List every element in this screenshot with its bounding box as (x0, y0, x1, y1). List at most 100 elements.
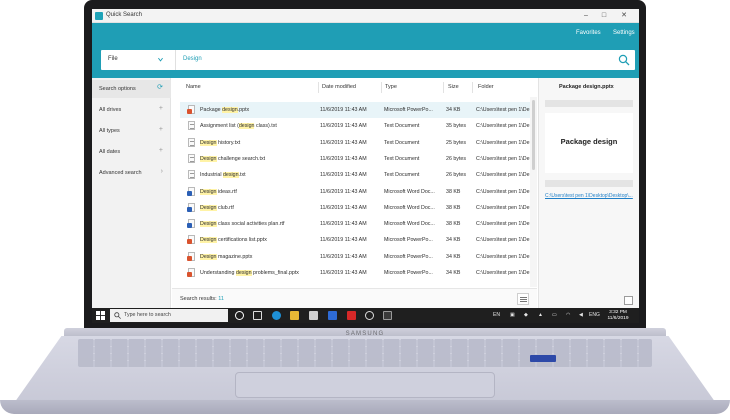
quick-search-taskbar-icon[interactable] (383, 311, 392, 320)
file-size: 34 KB (446, 253, 461, 260)
cortana-icon[interactable] (235, 311, 244, 320)
column-header-size[interactable]: Size (448, 84, 459, 90)
taskbar-clock[interactable]: 3:32 PM 11/6/2019 (602, 310, 634, 321)
store-icon[interactable] (309, 311, 318, 320)
mail-icon[interactable] (328, 311, 337, 320)
file-date: 11/6/2019 11:43 AM (320, 221, 367, 228)
powerpoint-file-icon (187, 105, 196, 115)
tray-icon[interactable]: ◆ (524, 312, 528, 318)
column-header-name[interactable]: Name (186, 84, 201, 90)
column-divider[interactable] (443, 82, 444, 93)
file-date: 11/6/2019 11:43 AM (320, 139, 367, 146)
settings-link[interactable]: Settings (613, 30, 635, 36)
results-scrollbar[interactable] (530, 97, 537, 287)
table-row[interactable]: Industrial design.txt 11/6/2019 11:43 AM T… (180, 167, 530, 183)
table-row[interactable]: Design class social activities plan.rtf 1… (180, 216, 530, 232)
volume-icon[interactable]: ◀ (579, 312, 583, 318)
preview-path-link[interactable]: C:\Users\test pen 1\Desktop\Desktop\... (545, 193, 637, 199)
search-icon (114, 312, 121, 319)
table-row[interactable]: Design history.txt 11/6/2019 11:43 AM Text… (180, 135, 530, 151)
sidebar-item-label: Search options (99, 86, 136, 92)
table-row[interactable]: Design certifications list.pptx 11/6/2019… (180, 232, 530, 248)
file-type: Text Document (384, 172, 420, 179)
windows-start-icon[interactable] (96, 311, 105, 320)
results-count: Search results: 11 (180, 296, 224, 302)
table-row[interactable]: Assignment list (design class).txt 11/6/2… (180, 118, 530, 134)
panel-toggle-icon[interactable] (624, 296, 633, 305)
file-name: Design certifications list.pptx (200, 237, 267, 244)
search-header: Favorites Settings File Design (92, 23, 639, 78)
sidebar-item-advanced-search[interactable]: Advanced search › (92, 164, 171, 182)
column-header-folder[interactable]: Folder (478, 84, 494, 90)
table-row[interactable]: Understanding design problems_final.pptx… (180, 265, 530, 281)
file-folder: C:\Users\test pen 1\De (476, 237, 530, 244)
wifi-icon[interactable]: ◠ (566, 312, 570, 318)
file-date: 11/6/2019 11:43 AM (320, 155, 367, 162)
file-folder: C:\Users\test pen 1\De (476, 155, 530, 162)
search-icon[interactable] (618, 54, 630, 66)
maximize-button[interactable]: □ (596, 11, 612, 21)
file-type: Microsoft PowerPo... (384, 107, 433, 113)
file-name: Design magazine.pptx (200, 253, 253, 260)
sidebar-item-all-dates[interactable]: All dates + (92, 143, 171, 161)
favorites-link[interactable]: Favorites (576, 30, 601, 36)
sidebar-item-search-options[interactable]: Search options ⟳ (92, 80, 171, 98)
search-input[interactable]: Design (183, 56, 202, 62)
task-view-icon[interactable] (253, 311, 262, 320)
tray-icon[interactable]: ▲ (538, 312, 543, 318)
keyboard-badge (530, 355, 556, 362)
preview-bar (545, 180, 633, 187)
input-language[interactable]: EN (493, 312, 500, 318)
keyboard-language[interactable]: ENG (589, 312, 600, 318)
chevron-down-icon (158, 57, 163, 62)
preview-title: Package design.pptx (559, 84, 614, 90)
file-size: 38 KB (446, 204, 461, 211)
column-header-type[interactable]: Type (385, 84, 397, 90)
column-divider[interactable] (318, 82, 319, 93)
edge-browser-icon[interactable] (272, 311, 281, 320)
antivirus-icon[interactable] (347, 311, 356, 320)
close-button[interactable]: ✕ (616, 11, 632, 21)
tray-icon[interactable]: ▣ (510, 312, 515, 318)
file-type: Microsoft Word Doc... (384, 221, 435, 228)
table-row[interactable]: Design challenge search.txt 11/6/2019 11:… (180, 151, 530, 167)
table-row[interactable]: Package design.pptx 11/6/2019 11:43 AM Mic… (180, 102, 530, 119)
file-size: 26 bytes (446, 172, 467, 179)
minimize-button[interactable]: – (578, 11, 594, 21)
table-row[interactable]: Design magazine.pptx 11/6/2019 11:43 AM Mi… (180, 249, 530, 265)
file-size: 38 KB (446, 188, 461, 195)
column-divider[interactable] (472, 82, 473, 93)
keyboard (78, 339, 652, 367)
file-size: 34 KB (446, 107, 461, 113)
file-name: Industrial design.txt (200, 172, 246, 179)
sidebar: Search options ⟳ All drives + All types … (92, 78, 171, 308)
chevron-right-icon: › (160, 168, 163, 175)
word-file-icon (187, 202, 196, 213)
list-view-icon[interactable] (517, 293, 529, 305)
file-size: 34 KB (446, 237, 461, 244)
sidebar-item-all-drives[interactable]: All drives + (92, 101, 171, 119)
file-type: Microsoft Word Doc... (384, 204, 435, 211)
column-divider[interactable] (381, 82, 382, 93)
sidebar-item-all-types[interactable]: All types + (92, 122, 171, 140)
file-folder: C:\Users\test pen 1\De (476, 139, 530, 146)
sidebar-item-label: Advanced search (99, 170, 142, 176)
table-row[interactable]: Design ideas.rtf 11/6/2019 11:43 AM Micros… (180, 184, 530, 200)
column-header-date[interactable]: Date modified (322, 84, 356, 90)
file-folder: C:\Users\test pen 1\De (476, 188, 530, 195)
window-title: Quick Search (106, 12, 143, 18)
brand-logo: SAMSUNG (345, 331, 385, 337)
file-date: 11/6/2019 11:43 AM (320, 253, 367, 260)
settings-gear-icon[interactable] (365, 311, 374, 320)
table-row[interactable]: Design club.rtf 11/6/2019 11:43 AM Microso… (180, 200, 530, 216)
battery-icon[interactable]: ▭ (552, 312, 557, 318)
taskbar-search-box[interactable]: Type here to search (110, 309, 228, 322)
refresh-icon[interactable]: ⟳ (157, 84, 163, 92)
file-type: Microsoft PowerPo... (384, 253, 433, 260)
scope-dropdown[interactable]: File (101, 50, 176, 70)
scope-label: File (108, 56, 118, 62)
file-name: Package design.pptx (200, 107, 250, 113)
file-date: 11/6/2019 11:43 AM (320, 188, 367, 195)
scrollbar-thumb[interactable] (532, 100, 535, 170)
file-explorer-icon[interactable] (290, 311, 299, 320)
